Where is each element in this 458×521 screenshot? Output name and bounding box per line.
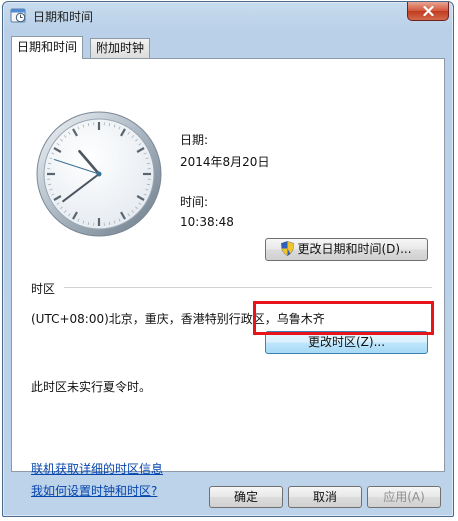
tab-additional-clocks[interactable]: 附加时钟 bbox=[90, 38, 151, 58]
close-icon bbox=[423, 6, 434, 16]
cancel-button[interactable]: 取消 bbox=[288, 486, 362, 508]
clock-calendar-icon bbox=[10, 8, 26, 23]
how-to-set-clock-link[interactable]: 我如何设置时钟和时区? bbox=[31, 482, 157, 499]
window-title: 日期和时间 bbox=[33, 10, 94, 24]
tab-date-time[interactable]: 日期和时间 bbox=[11, 36, 84, 59]
tab-panel-date-time: 日期: 2014年8月20日 时间: 10:38:48 更改日期和时间(D)..… bbox=[11, 58, 445, 498]
change-date-time-button[interactable]: 更改日期和时间(D)... bbox=[265, 238, 428, 261]
clock-center-pin bbox=[96, 171, 102, 177]
title-bar[interactable]: 日期和时间 bbox=[3, 2, 453, 30]
timezone-heading: 时区 bbox=[31, 282, 56, 296]
close-button[interactable] bbox=[407, 2, 449, 21]
date-time-dialog: 日期和时间 日期和时间 附加时钟 日期: 2014年8月20日 时间: 10:3… bbox=[2, 1, 454, 517]
analog-clock bbox=[36, 111, 162, 237]
time-label: 时间: bbox=[180, 195, 209, 209]
date-label: 日期: bbox=[180, 133, 209, 147]
apply-button[interactable]: 应用(A) bbox=[367, 486, 441, 508]
uac-shield-icon bbox=[281, 241, 295, 256]
ok-button[interactable]: 确定 bbox=[209, 486, 283, 508]
annotation-highlight bbox=[253, 301, 434, 335]
dst-notice: 此时区未实行夏令时。 bbox=[31, 380, 152, 394]
time-value: 10:38:48 bbox=[180, 215, 234, 229]
change-date-time-label: 更改日期和时间(D)... bbox=[297, 242, 412, 256]
date-value: 2014年8月20日 bbox=[180, 155, 270, 169]
online-timezone-info-link[interactable]: 联机获取详细的时区信息 bbox=[31, 460, 163, 477]
timezone-divider bbox=[64, 287, 432, 288]
tab-area: 日期和时间 附加时钟 日期: 2014年8月20日 时间: 10:38:48 更… bbox=[11, 30, 445, 498]
